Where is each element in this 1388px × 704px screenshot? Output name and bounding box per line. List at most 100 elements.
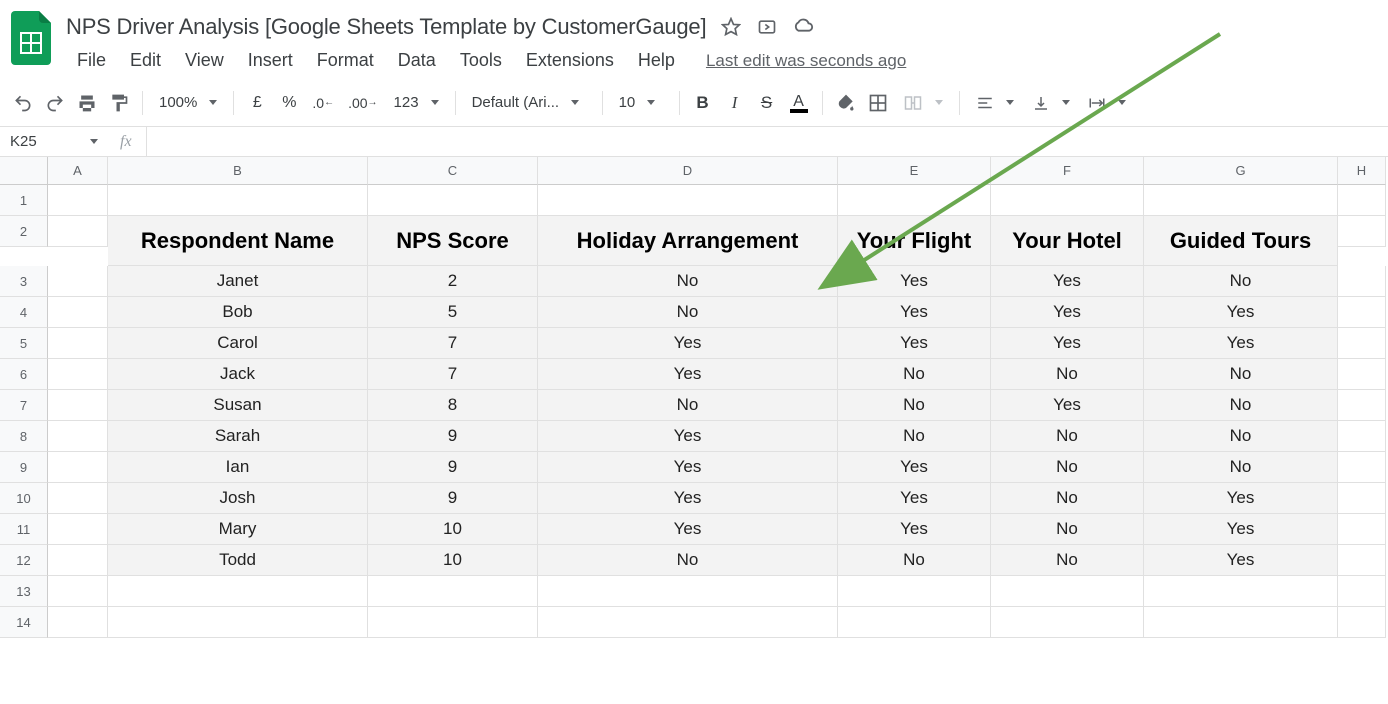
borders-button[interactable] — [863, 88, 893, 118]
cell[interactable] — [108, 607, 368, 638]
cell-hotel[interactable]: Yes — [991, 390, 1144, 421]
menu-help[interactable]: Help — [627, 46, 686, 75]
cell[interactable] — [538, 607, 838, 638]
cell-tours[interactable]: Yes — [1144, 545, 1338, 576]
redo-button[interactable] — [40, 88, 70, 118]
row-head[interactable]: 13 — [0, 576, 48, 607]
col-head-G[interactable]: G — [1144, 157, 1338, 185]
header-cell[interactable]: NPS Score — [368, 216, 538, 266]
number-format-dropdown[interactable]: 123 — [386, 88, 447, 118]
cell-score[interactable]: 10 — [368, 514, 538, 545]
cell[interactable] — [48, 216, 108, 247]
cell-hotel[interactable]: No — [991, 545, 1144, 576]
paint-format-button[interactable] — [104, 88, 134, 118]
cell-score[interactable]: 5 — [368, 297, 538, 328]
cell-score[interactable]: 9 — [368, 483, 538, 514]
cell-hotel[interactable]: No — [991, 359, 1144, 390]
currency-button[interactable]: £ — [242, 88, 272, 118]
cell[interactable] — [1338, 421, 1386, 452]
select-all-corner[interactable] — [0, 157, 48, 185]
row-head[interactable]: 14 — [0, 607, 48, 638]
cell-flight[interactable]: Yes — [838, 514, 991, 545]
cell[interactable] — [838, 607, 991, 638]
header-cell[interactable]: Holiday Arrangement — [538, 216, 838, 266]
strikethrough-button[interactable]: S — [752, 88, 782, 118]
cell-holiday[interactable]: Yes — [538, 514, 838, 545]
cell-name[interactable]: Susan — [108, 390, 368, 421]
cell-name[interactable]: Sarah — [108, 421, 368, 452]
row-head[interactable]: 3 — [0, 266, 48, 297]
cell-hotel[interactable]: Yes — [991, 297, 1144, 328]
cell[interactable] — [1338, 266, 1386, 297]
cell-flight[interactable]: No — [838, 421, 991, 452]
cell[interactable] — [1338, 297, 1386, 328]
cell-score[interactable]: 8 — [368, 390, 538, 421]
cell[interactable] — [48, 483, 108, 514]
cell[interactable] — [1338, 483, 1386, 514]
last-edit-link[interactable]: Last edit was seconds ago — [706, 51, 906, 71]
move-icon[interactable] — [756, 16, 778, 38]
cell[interactable] — [838, 576, 991, 607]
menu-tools[interactable]: Tools — [449, 46, 513, 75]
cell-flight[interactable]: Yes — [838, 328, 991, 359]
menu-format[interactable]: Format — [306, 46, 385, 75]
cell-score[interactable]: 7 — [368, 359, 538, 390]
cell-tours[interactable]: No — [1144, 452, 1338, 483]
col-head-D[interactable]: D — [538, 157, 838, 185]
menu-edit[interactable]: Edit — [119, 46, 172, 75]
cell-flight[interactable]: No — [838, 359, 991, 390]
cell[interactable] — [1338, 545, 1386, 576]
cell-tours[interactable]: Yes — [1144, 328, 1338, 359]
col-head-H[interactable]: H — [1338, 157, 1386, 185]
cell[interactable] — [48, 452, 108, 483]
cell[interactable] — [48, 545, 108, 576]
print-button[interactable] — [72, 88, 102, 118]
cell-tours[interactable]: Yes — [1144, 483, 1338, 514]
cell[interactable] — [108, 576, 368, 607]
cell[interactable] — [1338, 514, 1386, 545]
cell-flight[interactable]: No — [838, 390, 991, 421]
menu-data[interactable]: Data — [387, 46, 447, 75]
cell[interactable] — [48, 421, 108, 452]
cell[interactable] — [48, 328, 108, 359]
cell-holiday[interactable]: Yes — [538, 359, 838, 390]
cell[interactable] — [1144, 185, 1338, 216]
cell-flight[interactable]: Yes — [838, 266, 991, 297]
formula-input[interactable] — [146, 127, 1388, 156]
zoom-dropdown[interactable]: 100% — [151, 88, 225, 118]
valign-button[interactable] — [1024, 88, 1078, 118]
cell-name[interactable]: Bob — [108, 297, 368, 328]
menu-extensions[interactable]: Extensions — [515, 46, 625, 75]
cell-tours[interactable]: No — [1144, 359, 1338, 390]
cell-name[interactable]: Todd — [108, 545, 368, 576]
cell[interactable] — [1144, 576, 1338, 607]
percent-button[interactable]: % — [274, 88, 304, 118]
col-head-E[interactable]: E — [838, 157, 991, 185]
cell-score[interactable]: 9 — [368, 421, 538, 452]
cell-holiday[interactable]: Yes — [538, 328, 838, 359]
row-head[interactable]: 12 — [0, 545, 48, 576]
header-cell[interactable]: Your Flight — [838, 216, 991, 266]
cell-holiday[interactable]: Yes — [538, 452, 838, 483]
star-icon[interactable] — [720, 16, 742, 38]
cell[interactable] — [1338, 607, 1386, 638]
row-head-2[interactable]: 2 — [0, 216, 48, 247]
fontsize-dropdown[interactable]: 10 — [611, 88, 671, 118]
cell-holiday[interactable]: Yes — [538, 483, 838, 514]
col-head-A[interactable]: A — [48, 157, 108, 185]
cell-score[interactable]: 9 — [368, 452, 538, 483]
menu-file[interactable]: File — [66, 46, 117, 75]
col-head-F[interactable]: F — [991, 157, 1144, 185]
cell[interactable] — [368, 185, 538, 216]
cell[interactable] — [1338, 390, 1386, 421]
cell-hotel[interactable]: No — [991, 452, 1144, 483]
row-head[interactable]: 5 — [0, 328, 48, 359]
cell[interactable] — [48, 297, 108, 328]
menu-insert[interactable]: Insert — [237, 46, 304, 75]
cell-name[interactable]: Josh — [108, 483, 368, 514]
header-cell[interactable]: Your Hotel — [991, 216, 1144, 266]
wrap-button[interactable] — [1080, 88, 1134, 118]
cell-hotel[interactable]: Yes — [991, 266, 1144, 297]
cell-holiday[interactable]: No — [538, 266, 838, 297]
cell-tours[interactable]: No — [1144, 390, 1338, 421]
